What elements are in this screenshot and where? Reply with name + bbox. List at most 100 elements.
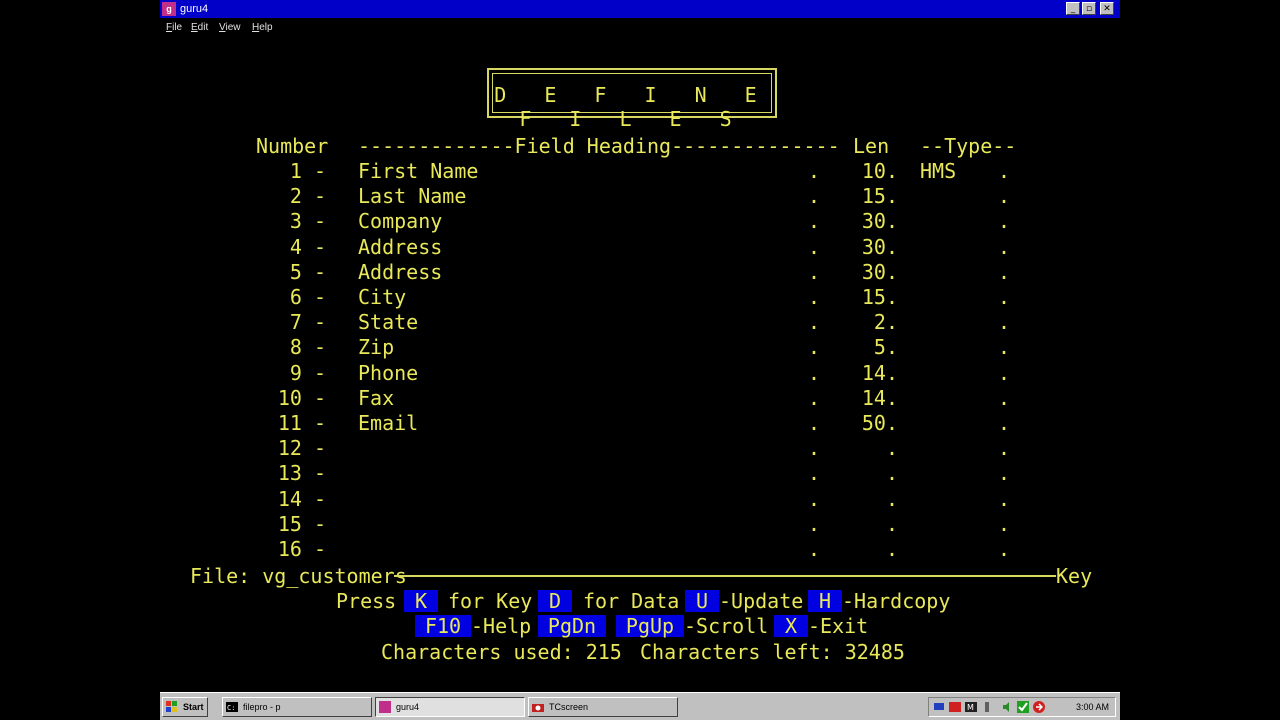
svg-text:M: M	[967, 703, 974, 712]
row-heading-dot: .	[808, 361, 821, 385]
u-description: -Update	[719, 589, 804, 613]
application-window: g guru4 _ ▫ ✕ File Edit View Help D E F …	[160, 0, 1120, 692]
row-length: 10.	[861, 159, 898, 183]
screen-title: D E F I N E F I L E S	[494, 83, 770, 131]
row-field-heading: City	[358, 285, 407, 309]
start-button[interactable]: Start	[162, 697, 208, 717]
maximize-button[interactable]: ▫	[1082, 2, 1096, 15]
row-type-dot: .	[998, 159, 1011, 183]
f10-description: -Help	[471, 614, 532, 638]
row-length: .	[885, 436, 898, 460]
row-number: 2 -	[289, 184, 326, 208]
row-length: 30.	[861, 209, 898, 233]
menu-view[interactable]: View	[219, 22, 241, 33]
key-pgdn-button[interactable]: PgDn	[538, 615, 606, 637]
row-field-heading: Zip	[358, 335, 395, 359]
row-heading-dot: .	[808, 512, 821, 536]
taskbar-item-guru4[interactable]: guru4	[375, 697, 525, 717]
column-header-len: Len	[853, 134, 890, 158]
row-length: 15.	[861, 285, 898, 309]
row-field-heading: Phone	[358, 361, 419, 385]
row-number: 6 -	[289, 285, 326, 309]
row-heading-dot: .	[808, 487, 821, 511]
taskbar-item-label: guru4	[396, 702, 420, 712]
row-field-heading: Company	[358, 209, 443, 233]
network-icon[interactable]	[933, 701, 945, 713]
monitor-icon[interactable]: M	[965, 701, 977, 713]
key-f10-button[interactable]: F10	[415, 615, 471, 637]
row-number: 7 -	[289, 310, 326, 334]
row-number: 9 -	[289, 361, 326, 385]
characters-left: Characters left: 32485	[640, 640, 905, 664]
key-pgup-button[interactable]: PgUp	[616, 615, 684, 637]
row-length: 30.	[861, 235, 898, 259]
divider-line	[394, 575, 1056, 577]
row-number: 15 -	[277, 512, 326, 536]
key-h-button[interactable]: H	[808, 590, 842, 612]
row-length: 2.	[873, 310, 898, 334]
row-heading-dot: .	[808, 260, 821, 284]
row-field-heading: Address	[358, 260, 443, 284]
menu-file[interactable]: File	[166, 22, 182, 33]
row-number: 5 -	[289, 260, 326, 284]
row-length: 14.	[861, 386, 898, 410]
menu-help[interactable]: Help	[252, 22, 273, 33]
row-length: 5.	[873, 335, 898, 359]
row-length: 15.	[861, 184, 898, 208]
taskbar-item-filepro[interactable]: C: filepro - p	[222, 697, 372, 717]
row-number: 10 -	[277, 386, 326, 410]
row-type: HMS	[920, 159, 957, 183]
key-u-button[interactable]: U	[685, 590, 719, 612]
row-number: 3 -	[289, 209, 326, 233]
row-type-dot: .	[998, 411, 1011, 435]
row-length: .	[885, 537, 898, 561]
file-label: File: vg_customers	[190, 564, 407, 588]
screen-title-box: D E F I N E F I L E S	[487, 68, 777, 131]
row-number: 14 -	[277, 487, 326, 511]
close-button[interactable]: ✕	[1100, 2, 1114, 15]
menu-edit[interactable]: Edit	[191, 22, 208, 33]
window-title: guru4	[180, 3, 209, 15]
terminal-icon: C:	[226, 702, 238, 712]
row-field-heading: State	[358, 310, 419, 334]
k-description: for Key	[448, 589, 533, 613]
guru-app-icon[interactable]: g	[162, 2, 176, 16]
ati-icon[interactable]	[949, 701, 961, 713]
row-type-dot: .	[998, 487, 1011, 511]
title-bar[interactable]: g guru4 _ ▫ ✕	[160, 0, 1120, 18]
row-number: 16 -	[277, 537, 326, 561]
guru-app-icon	[379, 701, 391, 713]
check-icon[interactable]	[1017, 701, 1029, 713]
row-heading-dot: .	[808, 235, 821, 259]
row-length: 30.	[861, 260, 898, 284]
row-type-dot: .	[998, 209, 1011, 233]
usb-icon[interactable]	[981, 701, 993, 713]
row-heading-dot: .	[808, 461, 821, 485]
row-heading-dot: .	[808, 159, 821, 183]
row-heading-dot: .	[808, 436, 821, 460]
start-label: Start	[183, 702, 204, 712]
press-label: Press	[336, 589, 397, 613]
taskbar: Start C: filepro - p guru4 TCscreen M 3:…	[160, 692, 1120, 720]
row-heading-dot: .	[808, 184, 821, 208]
arrow-icon[interactable]	[1033, 701, 1045, 713]
menu-bar: File Edit View Help	[160, 19, 1120, 37]
row-length: 50.	[861, 411, 898, 435]
key-d-button[interactable]: D	[538, 590, 572, 612]
row-type-dot: .	[998, 537, 1011, 561]
row-type-dot: .	[998, 461, 1011, 485]
x-description: -Exit	[808, 614, 869, 638]
key-k-button[interactable]: K	[404, 590, 438, 612]
row-heading-dot: .	[808, 285, 821, 309]
minimize-button[interactable]: _	[1066, 2, 1080, 15]
row-number: 8 -	[289, 335, 326, 359]
row-type-dot: .	[998, 361, 1011, 385]
d-description: for Data	[583, 589, 680, 613]
characters-used: Characters used: 215	[381, 640, 622, 664]
key-x-button[interactable]: X	[774, 615, 808, 637]
row-field-heading: Last Name	[358, 184, 467, 208]
row-number: 1 -	[289, 159, 326, 183]
taskbar-item-tcscreen[interactable]: TCscreen	[528, 697, 678, 717]
row-heading-dot: .	[808, 386, 821, 410]
volume-icon[interactable]	[1001, 701, 1013, 713]
